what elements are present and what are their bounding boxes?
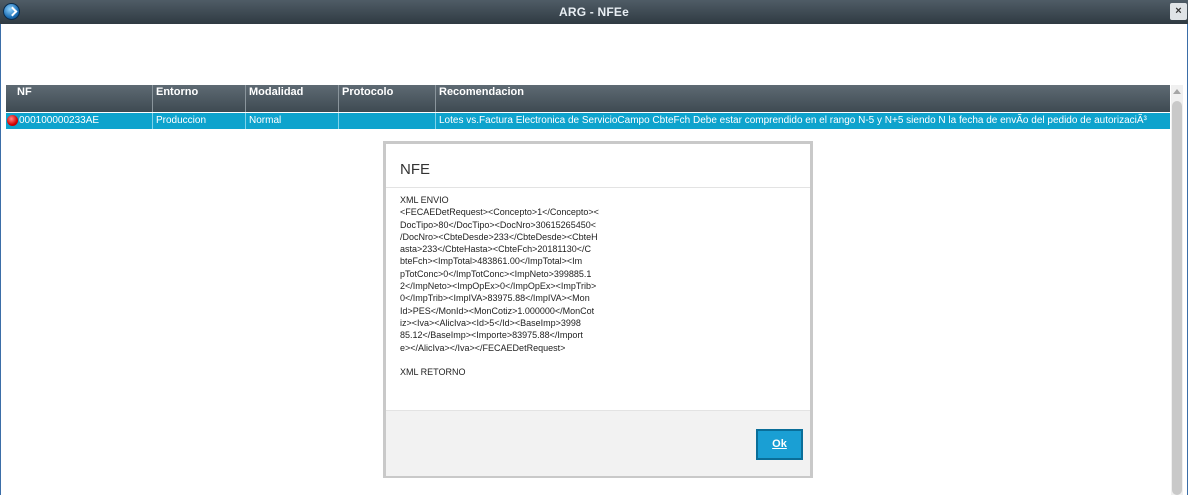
window-title: ARG - NFEe	[558, 5, 629, 19]
dialog-message: XML ENVIO <FECAEDetRequest><Concepto>1</…	[400, 194, 650, 378]
grid-header: NF Entorno Modalidad Protocolo Recomenda…	[6, 85, 1170, 112]
message-line: 0</ImpTrib><ImpIVA>83975.88</ImpIVA><Mon	[400, 293, 590, 304]
scroll-up-arrow-icon[interactable]	[1173, 89, 1181, 94]
table-row[interactable]: 000100000233AE Produccion Normal Lotes v…	[6, 113, 1170, 129]
message-line: XML RETORNO	[400, 367, 466, 378]
column-header-protocolo[interactable]: Protocolo	[338, 85, 435, 112]
nfe-dialog: NFE XML ENVIO <FECAEDetRequest><Concepto…	[383, 141, 813, 478]
dialog-footer: Ok	[386, 410, 810, 476]
close-button[interactable]: ×	[1170, 3, 1187, 20]
column-header-modalidad[interactable]: Modalidad	[245, 85, 338, 112]
message-line: pTotConc>0</ImpTotConc><ImpNeto>399885.1	[400, 268, 592, 279]
vertical-scrollbar[interactable]	[1171, 85, 1183, 495]
window-border-left	[0, 24, 1, 495]
message-line: asta>233</CbteHasta><CbteFch>20181130</C	[400, 244, 591, 255]
message-line: 85.12</BaseImp><Importe>83975.88</Import	[400, 330, 583, 341]
column-header-entorno[interactable]: Entorno	[152, 85, 245, 112]
ok-button[interactable]: Ok	[756, 429, 803, 460]
dialog-divider	[386, 187, 810, 188]
cell-modalidad: Normal	[249, 115, 282, 126]
message-line: bteFch><ImpTotal>483861.00</ImpTotal><Im	[400, 256, 583, 267]
app-icon[interactable]	[3, 3, 20, 20]
cell-recomendacion: Lotes vs.Factura Electronica de Servicio…	[439, 115, 1147, 126]
dialog-title: NFE	[400, 161, 430, 178]
column-header-nf[interactable]: NF	[13, 85, 153, 112]
message-line: <FECAEDetRequest><Concepto>1</Concepto><	[400, 207, 599, 218]
cell-entorno: Produccion	[156, 115, 207, 126]
message-line: DocTipo>80</DocTipo><DocNro>30615265450<	[400, 219, 596, 230]
message-line: 2</ImpNeto><ImpOpEx>0</ImpOpEx><ImpTrib>	[400, 281, 597, 292]
message-line: XML ENVIO	[400, 195, 449, 205]
message-line	[400, 354, 650, 366]
column-header-recomendacion[interactable]: Recomendacion	[435, 85, 1170, 112]
message-line: iz><Iva><AlicIva><Id>5</Id><BaseImp>3998	[400, 317, 581, 328]
message-line: Id>PES</MonId><MonCotiz>1.000000</MonCot	[400, 305, 595, 316]
message-line: e></AlicIva></Iva></FECAEDetRequest>	[400, 342, 566, 353]
message-line: /DocNro><CbteDesde>233</CbteDesde><CbteH	[400, 231, 598, 242]
window-titlebar: ARG - NFEe ×	[0, 0, 1188, 24]
cell-protocolo	[338, 113, 435, 129]
cell-nf: 000100000233AE	[19, 115, 100, 126]
scrollbar-thumb[interactable]	[1172, 101, 1182, 495]
